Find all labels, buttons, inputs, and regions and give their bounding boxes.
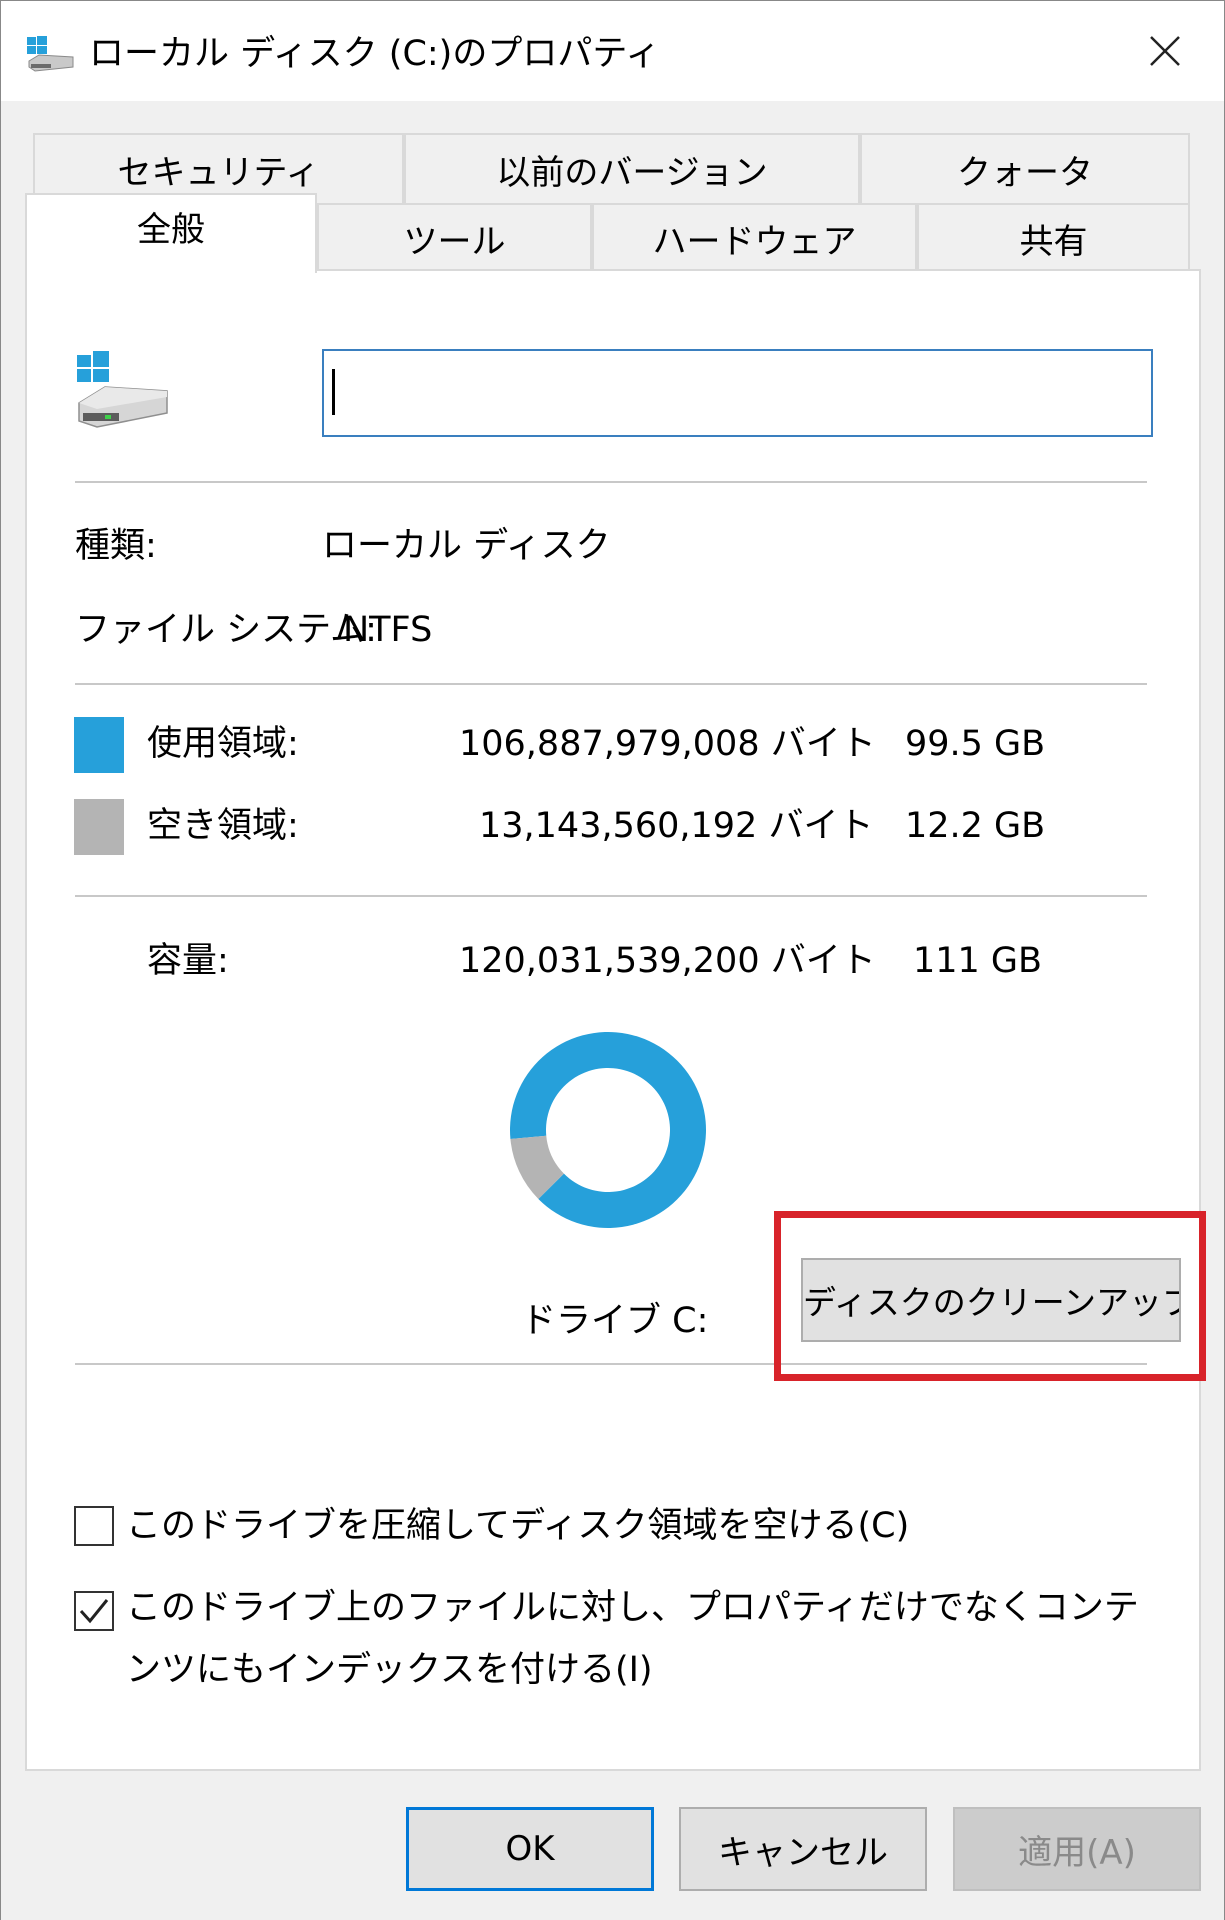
local-disk-icon bbox=[77, 351, 168, 428]
tab-hardware-label: ハードウェア bbox=[652, 221, 857, 262]
close-icon bbox=[1150, 36, 1180, 66]
close-button[interactable] bbox=[1133, 23, 1197, 79]
tab-quota[interactable]: クォータ bbox=[860, 133, 1190, 203]
disk-cleanup-button[interactable]: ディスクのクリーンアップ(D) bbox=[801, 1258, 1181, 1342]
text-caret bbox=[332, 369, 335, 415]
cancel-button[interactable]: キャンセル bbox=[679, 1807, 927, 1891]
tab-sharing-label: 共有 bbox=[1019, 221, 1088, 262]
drive-name-input[interactable] bbox=[322, 349, 1153, 437]
tab-tools-label: ツール bbox=[403, 221, 506, 262]
tab-quota-label: クォータ bbox=[957, 152, 1093, 193]
ok-label: OK bbox=[505, 1829, 555, 1869]
title-bar: ローカル ディスク (C:)のプロパティ bbox=[1, 1, 1224, 101]
tab-previous-versions-label: 以前のバージョン bbox=[496, 152, 768, 193]
tab-hardware[interactable]: ハードウェア bbox=[592, 203, 917, 271]
tab-tools[interactable]: ツール bbox=[317, 203, 592, 271]
apply-button[interactable]: 適用(A) bbox=[953, 1807, 1201, 1891]
tab-security-label: セキュリティ bbox=[117, 152, 320, 193]
apply-label: 適用(A) bbox=[1018, 1832, 1136, 1873]
compress-label: このドライブを圧縮してディスク領域を空ける(C) bbox=[126, 1506, 910, 1546]
type-label: 種類: bbox=[75, 526, 157, 566]
used-space-bytes: 106,887,979,008 バイト bbox=[459, 724, 876, 764]
disk-cleanup-label: ディスクのクリーンアップ(D) bbox=[803, 1283, 1179, 1322]
drive-letter-label: ドライブ C: bbox=[521, 1301, 709, 1341]
window-title: ローカル ディスク (C:)のプロパティ bbox=[89, 34, 661, 74]
capacity-label: 容量: bbox=[147, 941, 229, 981]
separator bbox=[75, 481, 1147, 483]
used-space-segment bbox=[510, 1032, 706, 1228]
tab-previous-versions[interactable]: 以前のバージョン bbox=[404, 133, 860, 203]
free-space-bytes: 13,143,560,192 バイト bbox=[479, 806, 874, 846]
free-space-swatch bbox=[74, 799, 124, 855]
capacity-bytes: 120,031,539,200 バイト bbox=[459, 941, 876, 981]
free-space-size: 12.2 GB bbox=[905, 806, 1046, 846]
tab-general-label: 全般 bbox=[137, 209, 205, 250]
tab-sharing[interactable]: 共有 bbox=[917, 203, 1190, 271]
index-checkbox[interactable] bbox=[74, 1591, 114, 1631]
type-value: ローカル ディスク bbox=[322, 526, 611, 566]
checkmark-icon bbox=[79, 1599, 109, 1624]
index-label: このドライブ上のファイルに対し、プロパティだけでなくコンテンツにもインデックスを… bbox=[126, 1588, 1139, 1690]
tab-general[interactable]: 全般 bbox=[25, 193, 317, 273]
ok-button[interactable]: OK bbox=[406, 1807, 654, 1891]
used-space-swatch bbox=[74, 717, 124, 773]
free-space-label: 空き領域: bbox=[147, 806, 299, 846]
cancel-label: キャンセル bbox=[718, 1832, 888, 1873]
used-space-size: 99.5 GB bbox=[905, 724, 1046, 764]
used-space-label: 使用領域: bbox=[147, 724, 299, 764]
disk-usage-donut bbox=[510, 1032, 706, 1228]
drive-title-icon bbox=[27, 36, 74, 72]
separator bbox=[75, 895, 1147, 897]
compress-checkbox[interactable] bbox=[74, 1506, 114, 1546]
separator bbox=[75, 1363, 1147, 1365]
separator bbox=[75, 683, 1147, 685]
properties-window: ローカル ディスク (C:)のプロパティ セキュリティ 以前のバージョン クォー… bbox=[0, 0, 1225, 1920]
filesystem-label: ファイル システム: bbox=[75, 610, 377, 650]
filesystem-value: NTFS bbox=[343, 610, 433, 650]
capacity-size: 111 GB bbox=[913, 941, 1043, 981]
